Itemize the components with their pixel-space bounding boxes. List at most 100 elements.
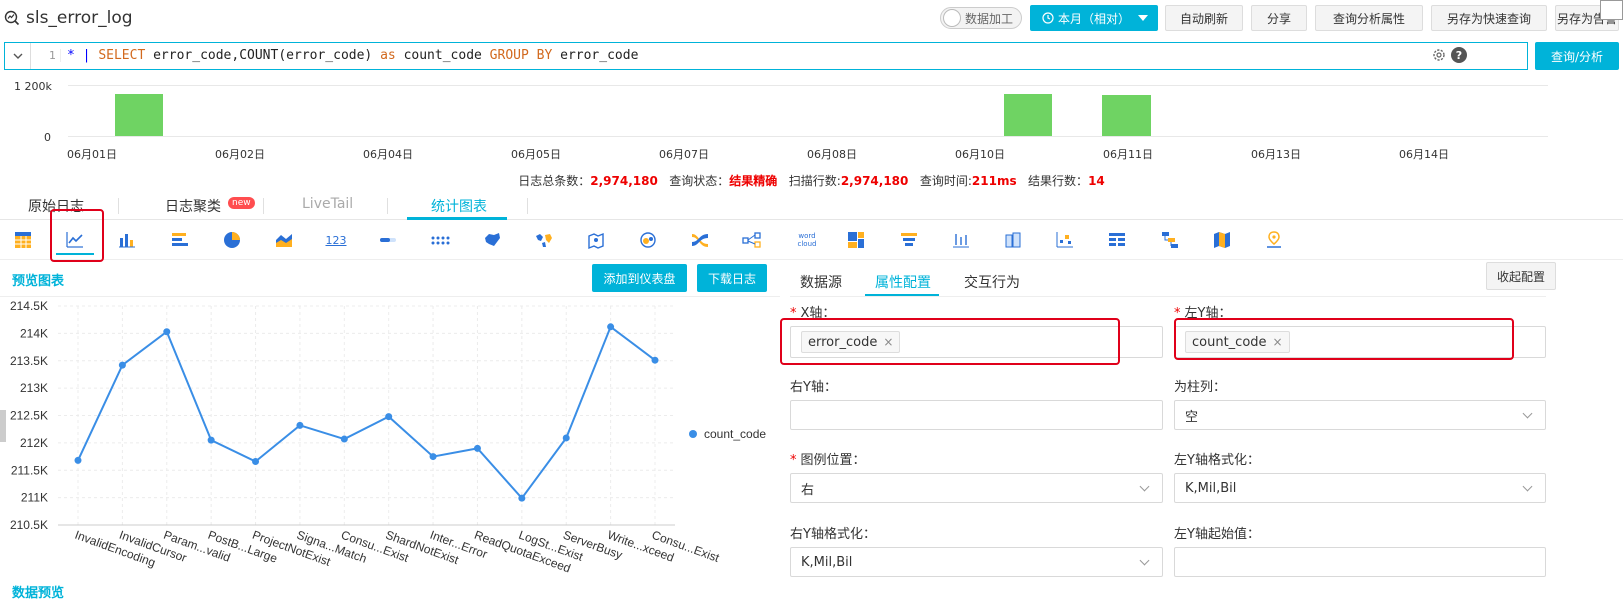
legend-position-label-text: 图例位置： — [800, 453, 866, 468]
chart-type-area[interactable] — [270, 226, 298, 254]
chart-type-topology[interactable] — [738, 226, 766, 254]
chart-type-rect[interactable] — [999, 226, 1027, 254]
auto-refresh-button[interactable]: 自动刷新 — [1165, 5, 1243, 31]
hist-y-label: 0 — [44, 131, 51, 144]
query-keyword: SELECT — [98, 48, 146, 63]
highlight-line-chart-type — [50, 209, 104, 262]
query-text[interactable]: * | SELECT error_code,COUNT(error_code) … — [67, 48, 638, 63]
chart-type-bar[interactable] — [166, 226, 194, 254]
stat-label: 查询状态： — [669, 174, 730, 188]
tab-separator — [387, 198, 388, 214]
add-to-dashboard-button[interactable]: 添加到仪表盘 — [592, 264, 687, 292]
chart-type-grid-table[interactable] — [1103, 226, 1131, 254]
data-process-toggle[interactable]: 数据加工 — [940, 7, 1022, 29]
panel-resize-handle[interactable] — [0, 410, 6, 442]
download-log-button[interactable]: 下载日志 — [697, 264, 767, 292]
gear-icon[interactable] — [1431, 47, 1447, 63]
hist-x-label: 06月14日 — [1399, 148, 1449, 161]
window-corner-box — [1600, 0, 1623, 20]
hist-bar[interactable] — [1102, 95, 1151, 136]
chart-type-geo-map[interactable] — [582, 226, 610, 254]
hist-bar[interactable] — [115, 94, 163, 136]
chart-type-location[interactable] — [1260, 226, 1288, 254]
help-icon[interactable]: ? — [1451, 47, 1467, 63]
query-stats: 日志总条数：2,974,180 查询状态：结果精确 扫描行数:2,974,180… — [0, 172, 1623, 189]
hist-x-label: 06月01日 — [67, 148, 117, 161]
table-icon — [15, 232, 31, 248]
stat-time-value: 211ms — [971, 174, 1017, 188]
bar-chart-icon — [172, 233, 188, 246]
data-point — [118, 361, 126, 369]
hist-x-label: 06月13日 — [1251, 148, 1301, 161]
chart-type-scatter[interactable] — [1051, 226, 1079, 254]
tab-log-cluster[interactable]: 日志聚类 — [165, 196, 221, 216]
data-point — [518, 494, 526, 502]
tab-property-config[interactable]: 属性配置 — [875, 272, 931, 292]
query-editor[interactable]: 1 * | SELECT error_code,COUNT(error_code… — [4, 42, 1528, 70]
query-token: count_code — [395, 48, 490, 63]
chart-type-flow[interactable] — [426, 226, 454, 254]
chart-type-funnel[interactable] — [895, 226, 923, 254]
data-point — [340, 435, 348, 443]
series-line — [77, 325, 656, 500]
location-map-icon — [588, 232, 604, 250]
hist-x-label: 06月07日 — [659, 148, 709, 161]
active-tab-underline — [407, 217, 507, 220]
share-button[interactable]: 分享 — [1251, 5, 1307, 31]
chart-type-table[interactable] — [9, 226, 37, 254]
chart-type-treemap[interactable] — [842, 226, 870, 254]
left-y-start-input[interactable] — [1174, 547, 1546, 577]
chart-type-word-cloud[interactable]: word cloud — [790, 226, 824, 254]
legend-position-select[interactable]: 右 — [790, 473, 1163, 503]
legend-marker — [689, 430, 697, 438]
query-analyze-button[interactable]: 查询/分析 — [1535, 42, 1619, 70]
map-pin-icon — [1267, 231, 1281, 248]
hist-y-label: 1 200k — [14, 80, 52, 93]
chart-type-box[interactable] — [947, 226, 975, 254]
chart-type-heat-map[interactable] — [634, 226, 662, 254]
caret-down-icon — [1138, 15, 1148, 21]
chart-type-pie[interactable] — [218, 226, 246, 254]
save-quick-query-button[interactable]: 另存为快速查询 — [1431, 5, 1547, 31]
stat-label: 结果行数： — [1028, 174, 1089, 188]
right-y-axis-select[interactable] — [790, 400, 1163, 430]
word-cloud-icon: word cloud — [797, 232, 817, 248]
heat-map-icon — [640, 232, 656, 248]
chart-type-single-value[interactable]: 123 — [322, 226, 350, 254]
query-properties-button[interactable]: 查询分析属性 — [1315, 5, 1423, 31]
y-tick-label: 212.5K — [10, 409, 48, 423]
logstore-title-wrap: sls_error_log — [4, 8, 133, 28]
hist-x-label: 06月04日 — [363, 148, 413, 161]
tab-data-source[interactable]: 数据源 — [800, 272, 842, 292]
tab-interaction[interactable]: 交互行为 — [964, 272, 1020, 292]
tab-charts[interactable]: 统计图表 — [431, 196, 487, 216]
logstore-title: sls_error_log — [26, 8, 133, 28]
chart-type-progress[interactable] — [374, 226, 402, 254]
right-y-format-select[interactable]: K,Mil,Bil — [790, 547, 1163, 577]
column-value: 空 — [1185, 409, 1199, 425]
stat-label: 扫描行数: — [788, 174, 841, 188]
column-select[interactable]: 空 — [1174, 400, 1546, 430]
stat-rows-value: 14 — [1088, 174, 1105, 188]
data-point — [207, 436, 215, 444]
data-point — [252, 457, 260, 465]
chart-type-world-map[interactable] — [530, 226, 558, 254]
tab-separator — [263, 198, 264, 214]
hist-bar[interactable] — [1004, 94, 1052, 136]
chart-type-map-fold[interactable] — [1208, 226, 1236, 254]
y-tick-label: 211K — [21, 491, 48, 505]
chart-type-tree[interactable] — [1156, 226, 1184, 254]
chevron-down-icon — [1522, 481, 1533, 492]
chevron-down-icon — [13, 53, 22, 59]
time-range-button[interactable]: 本月（相对） — [1030, 5, 1158, 31]
left-y-format-select[interactable]: K,Mil,Bil — [1174, 473, 1546, 503]
expand-editor-button[interactable] — [5, 43, 31, 69]
chart-type-sankey[interactable] — [686, 226, 714, 254]
topology-icon — [742, 232, 761, 248]
treemap-icon — [848, 232, 864, 248]
chart-type-china-map[interactable] — [478, 226, 506, 254]
chart-type-column[interactable] — [113, 226, 141, 254]
tab-livetail[interactable]: LiveTail — [302, 196, 353, 212]
collapse-config-button[interactable]: 收起配置 — [1486, 262, 1556, 290]
tab-separator — [527, 198, 528, 214]
